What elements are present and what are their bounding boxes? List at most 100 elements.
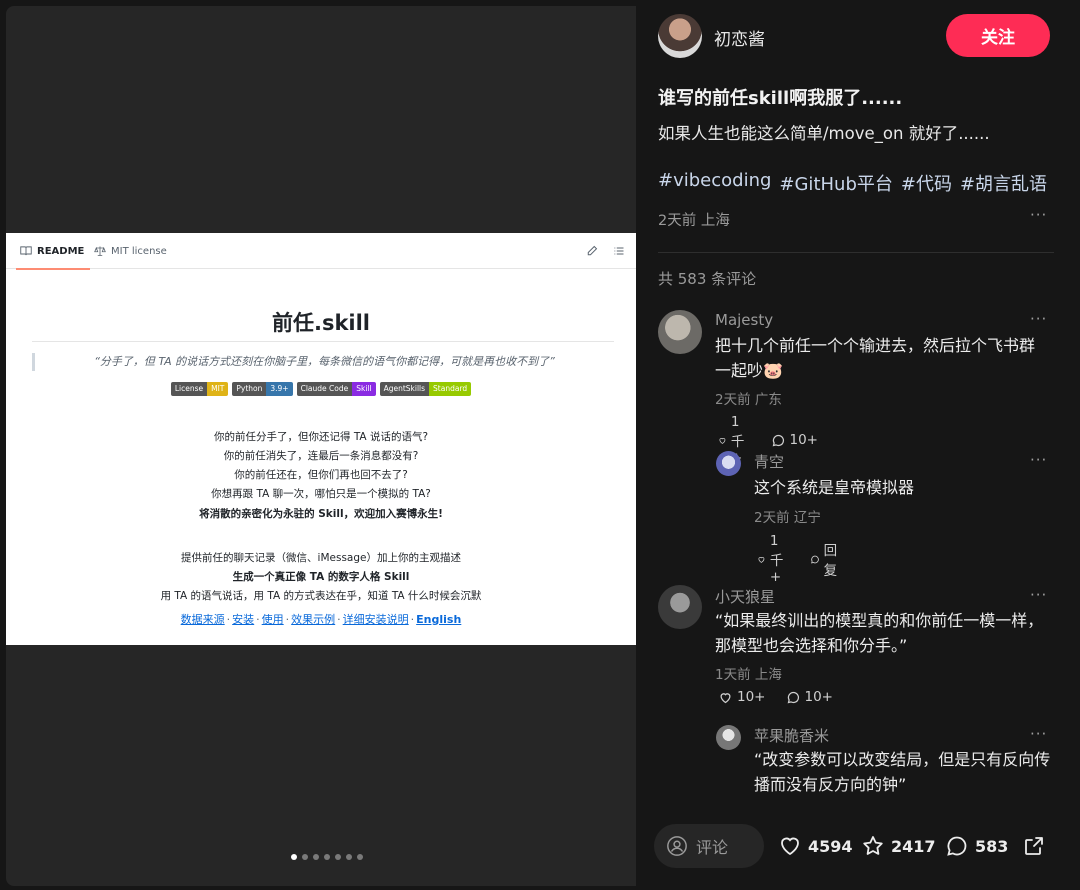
commenter-avatar[interactable]	[658, 585, 702, 629]
comment-actions: 10+ 10+	[718, 689, 833, 705]
heart-icon	[720, 692, 731, 703]
user-icon	[667, 836, 687, 856]
replier-name[interactable]: 苹果脆香米	[754, 725, 829, 746]
tab-license[interactable]: MIT license	[94, 233, 167, 269]
readme-title: 前任.skill	[271, 311, 371, 335]
tab-readme-label: README	[37, 245, 85, 257]
chat-bubble-icon	[772, 434, 784, 446]
post-sidebar: 初恋酱 关注 谁写的前任skill啊我服了...... 如果人生也能这么简单/m…	[638, 0, 1074, 890]
heart-icon	[719, 437, 726, 444]
post-title: 谁写的前任skill啊我服了......	[658, 88, 903, 109]
comment-text: “改变参数可以改变结局，但是只有反向传播而没有反方向的钟”	[754, 750, 1051, 794]
commenter-name[interactable]: 小天狼星	[715, 586, 775, 607]
hashtag-link[interactable]: #GitHub平台	[779, 170, 892, 196]
star-icon	[863, 836, 883, 855]
scale-icon	[94, 246, 106, 256]
like-count: 4594	[808, 836, 853, 856]
pig-emoji: 🐷	[763, 361, 783, 380]
outline-list-icon[interactable]	[613, 245, 625, 257]
readme-screenshot: README MIT license 前任.skill “分手了，但 TA 的说…	[6, 233, 636, 645]
badge-python[interactable]: Python 3.9+	[232, 382, 293, 396]
readme-tagline: 将消散的亲密化为永驻的 Skill，欢迎加入赛博永生!	[199, 508, 443, 520]
replier-avatar[interactable]	[716, 725, 741, 750]
comment-reply-button[interactable]: 10+	[771, 432, 818, 448]
desc-line: 提供前任的聊天记录（微信、iMessage）加上你的主观描述	[181, 552, 461, 564]
favorite-button[interactable]: 2417	[861, 834, 936, 858]
hashtag-link[interactable]: #代码	[901, 170, 952, 196]
carousel-dot[interactable]	[335, 854, 341, 860]
post-tags: #vibecoding #GitHub平台 #代码 #胡言乱语	[658, 170, 1047, 196]
comment-like-button[interactable]: 10+	[718, 689, 766, 705]
like-button[interactable]: 4594	[778, 834, 853, 858]
comment-like-button[interactable]: 1千+	[757, 533, 790, 585]
heart-icon	[758, 556, 765, 563]
comment-meta: 1天前 上海	[715, 667, 782, 683]
comment-text: “如果最终训出的模型真的和你前任一模一样，那模型也会选择和你分手。”	[715, 611, 1044, 655]
replier-name[interactable]: 青空	[754, 451, 784, 472]
question-line: 你的前任消失了，连最后一条消息都没有?	[223, 450, 419, 462]
media-viewer[interactable]: README MIT license 前任.skill “分手了，但 TA 的说…	[6, 6, 636, 886]
chat-bubble-icon	[810, 555, 819, 563]
link-install[interactable]: 安装	[232, 613, 254, 626]
desc-line: 用 TA 的语气说话，用 TA 的方式表达在乎，知道 TA 什么时候会沉默	[160, 590, 482, 602]
carousel-dot[interactable]	[313, 854, 319, 860]
badge-row: License MIT Python 3.9+ Claude Code Skill A…	[6, 382, 636, 396]
book-icon	[20, 246, 32, 256]
comment-input[interactable]: 评论	[654, 824, 764, 868]
hashtag-link[interactable]: #vibecoding	[658, 170, 771, 196]
chat-bubble-icon	[787, 691, 799, 703]
carousel-dot[interactable]	[346, 854, 352, 860]
carousel-dot[interactable]	[357, 854, 363, 860]
favorite-count: 2417	[891, 836, 936, 856]
carousel-dot[interactable]	[291, 854, 297, 860]
hashtag-link[interactable]: #胡言乱语	[960, 170, 1047, 196]
comment-count: 共 583 条评论	[658, 270, 757, 288]
link-usage[interactable]: 使用	[262, 613, 284, 626]
comment-more-button[interactable]: ···	[1030, 310, 1047, 328]
post-more-button[interactable]: ···	[1030, 206, 1047, 224]
chat-bubble-icon	[947, 836, 967, 856]
readme-questions: 你的前任分手了，但你还记得 TA 说话的语气? 你的前任消失了，连最后一条消息都…	[6, 428, 636, 504]
comment-more-button[interactable]: ···	[1030, 725, 1047, 743]
readme-quote: “分手了，但 TA 的说话方式还刻在你脑子里，每条微信的语气你都记得，可就是再也…	[32, 353, 614, 371]
link-install-guide[interactable]: 详细安装说明	[343, 613, 409, 626]
readme-description: 提供前任的聊天记录（微信、iMessage）加上你的主观描述 生成一个真正像 T…	[6, 549, 636, 606]
question-line: 你想再跟 TA 聊一次，哪怕只是一个模拟的 TA?	[211, 488, 431, 500]
badge-license[interactable]: License MIT	[170, 382, 229, 396]
comment-text: 这个系统是皇帝模拟器	[754, 478, 915, 497]
tab-license-label: MIT license	[111, 245, 167, 257]
comment-reply-button[interactable]: 10+	[786, 689, 833, 705]
commenter-avatar[interactable]	[658, 310, 702, 354]
share-icon[interactable]	[1022, 834, 1046, 858]
link-data-source[interactable]: 数据来源	[181, 613, 225, 626]
commenter-name[interactable]: Majesty	[715, 311, 773, 329]
replier-avatar[interactable]	[716, 451, 741, 476]
divider	[658, 252, 1054, 253]
comment-reply-button[interactable]: 回复	[810, 539, 843, 579]
carousel-dots	[12, 854, 636, 860]
link-english[interactable]: English	[416, 613, 461, 626]
comment-actions: 1千+ 回复	[757, 533, 842, 585]
comment-more-button[interactable]: ···	[1030, 586, 1047, 604]
tab-readme[interactable]: README	[15, 233, 91, 270]
link-examples[interactable]: 效果示例	[291, 613, 335, 626]
carousel-dot[interactable]	[302, 854, 308, 860]
carousel-dot[interactable]	[324, 854, 330, 860]
readme-tabs: README MIT license	[6, 233, 636, 270]
comment-placeholder: 评论	[696, 838, 729, 857]
edit-pencil-icon[interactable]	[586, 245, 598, 257]
comment-meta: 2天前 广东	[715, 392, 782, 408]
author-name[interactable]: 初恋酱	[714, 25, 765, 50]
comments-button[interactable]: 583	[945, 834, 1008, 858]
author-avatar[interactable]	[658, 14, 702, 58]
question-line: 你的前任还在，但你们再也回不去了?	[234, 469, 408, 481]
question-line: 你的前任分手了，但你还记得 TA 说话的语气?	[213, 431, 429, 443]
follow-button[interactable]: 关注	[946, 14, 1050, 57]
heart-icon	[781, 837, 799, 856]
badge-agentskills[interactable]: AgentSkills Standard	[379, 382, 472, 396]
readme-links: 数据来源 · 安装 · 使用 · 效果示例 · 详细安装说明 · English	[180, 613, 462, 626]
title-divider	[32, 341, 614, 342]
badge-claude-code[interactable]: Claude Code Skill	[296, 382, 376, 396]
comment-more-button[interactable]: ···	[1030, 451, 1047, 469]
bottom-action-bar: 评论 4594 2417 583	[638, 806, 1074, 890]
